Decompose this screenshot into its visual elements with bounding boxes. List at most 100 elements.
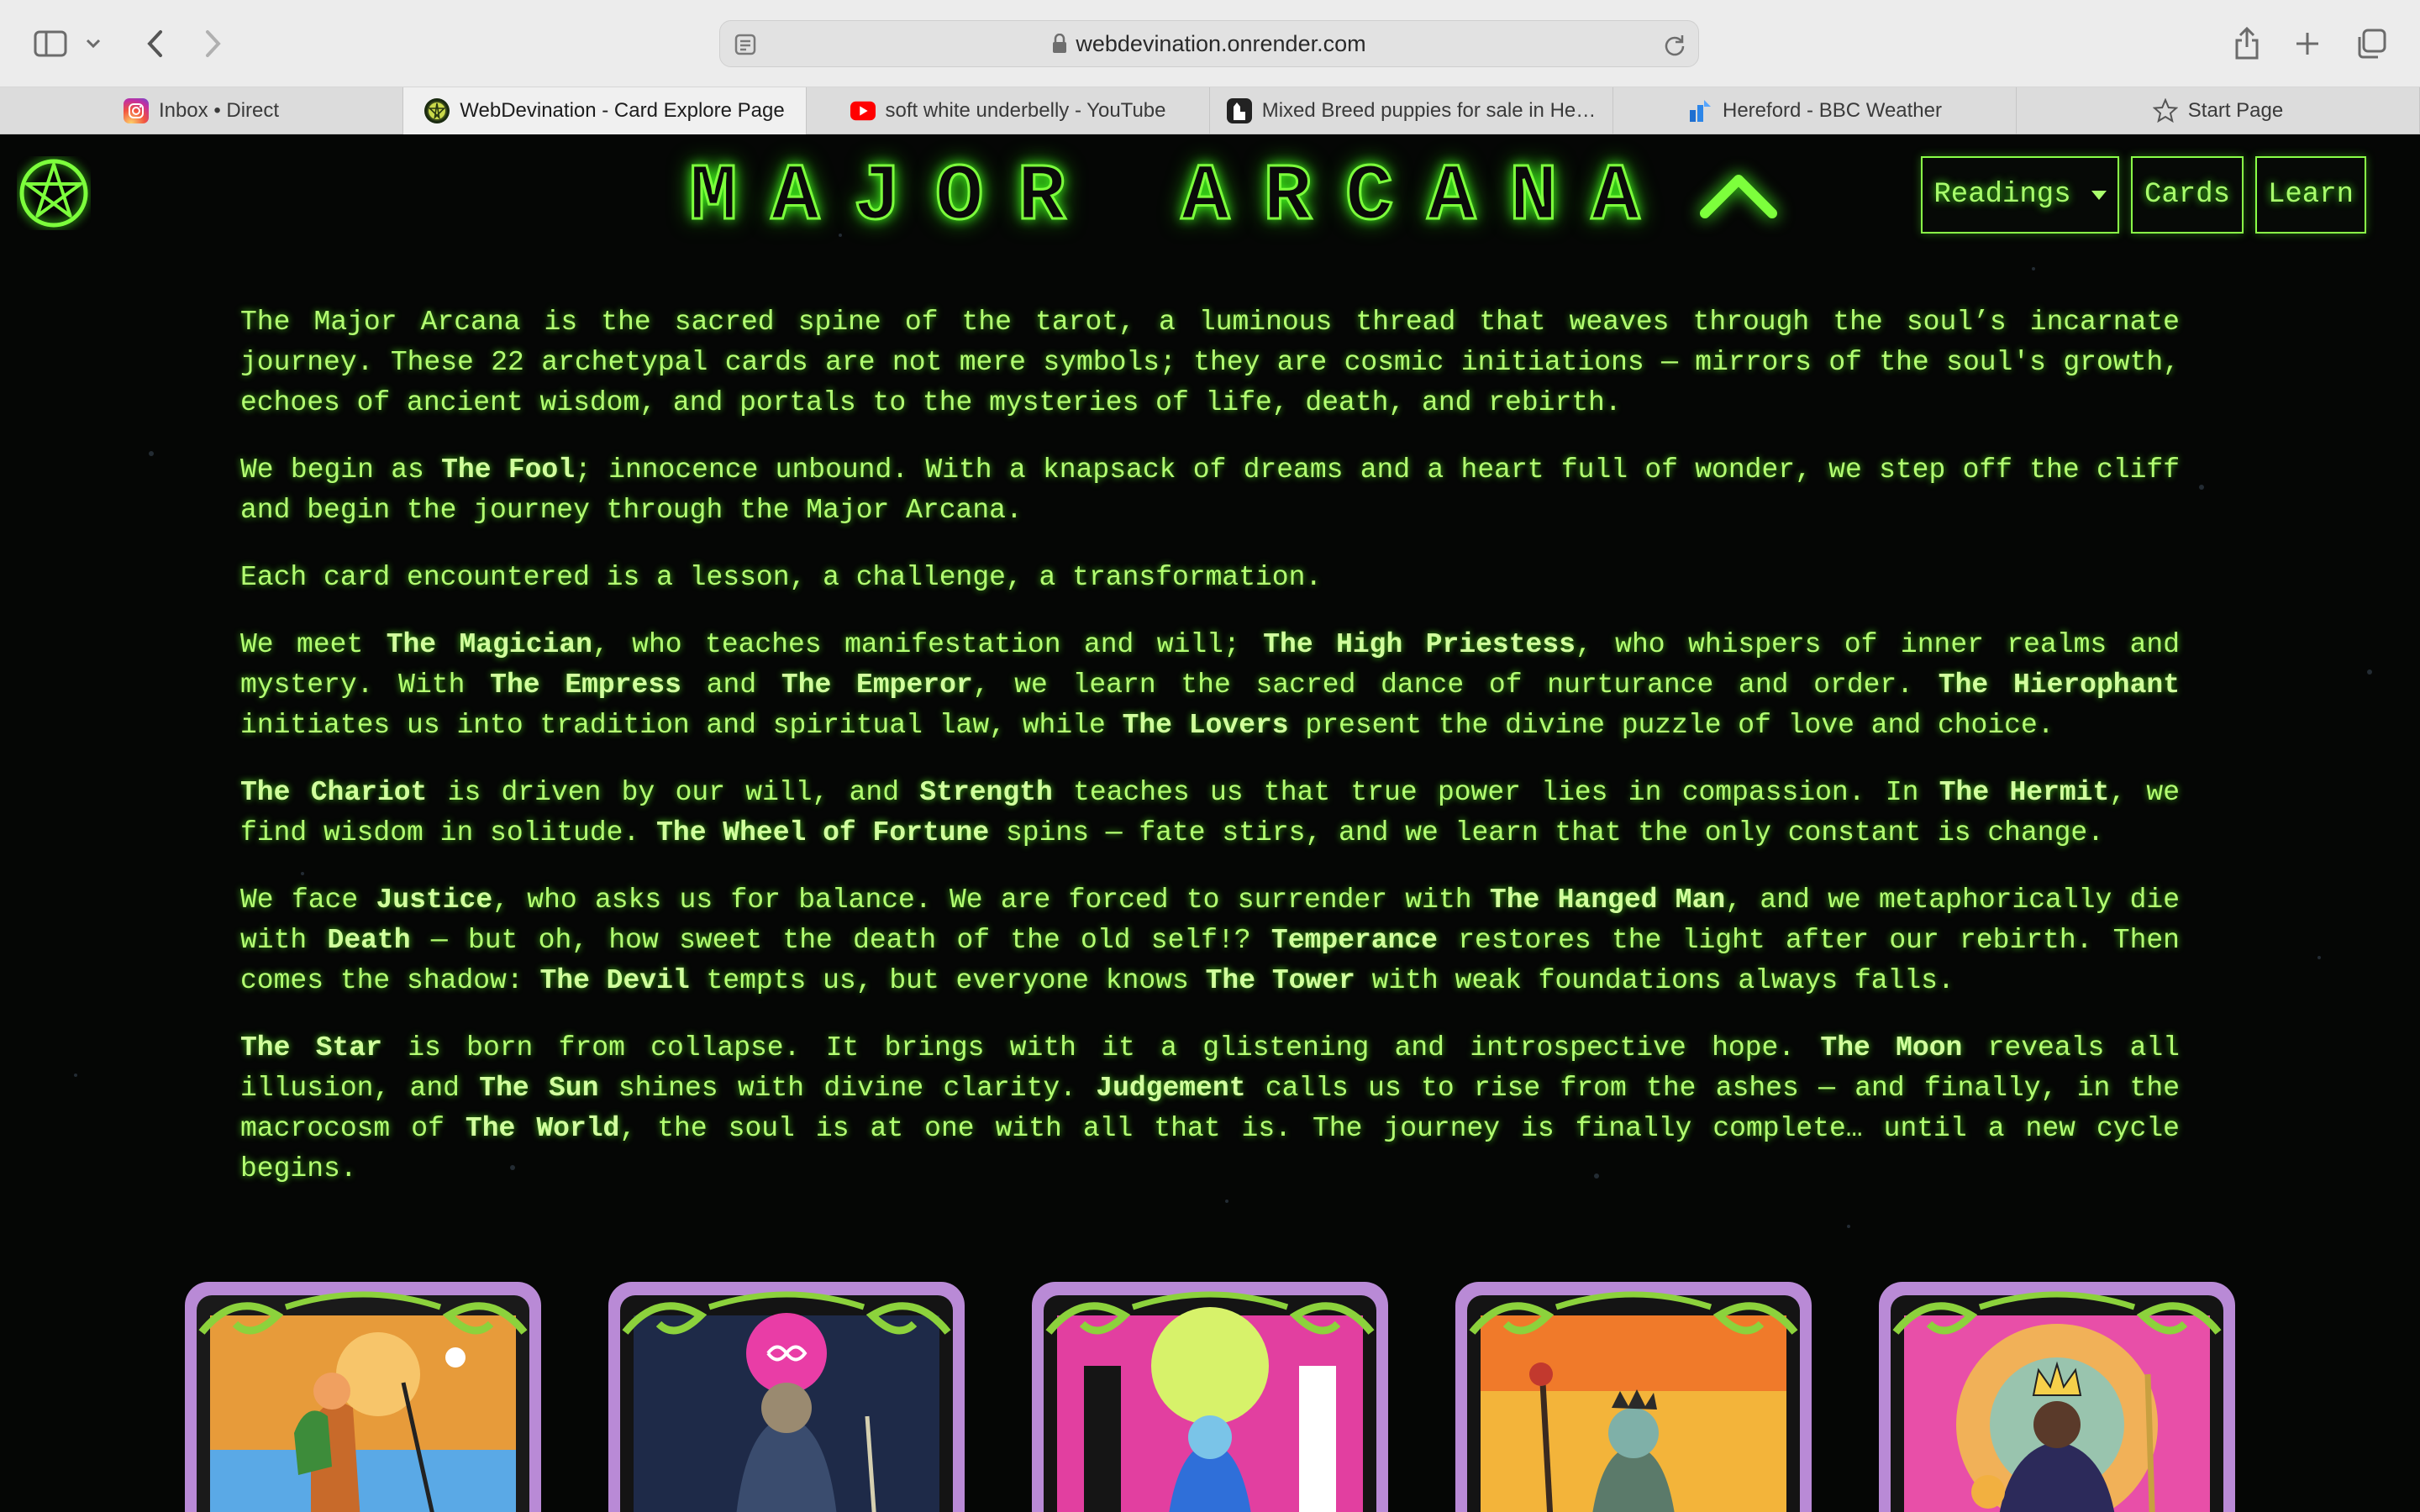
empress-art: [1467, 1291, 1800, 1512]
chariot-paragraph: The Chariot is driven by our will, and S…: [240, 773, 2180, 853]
paragraph-text: , who asks us for balance. We are forced…: [492, 885, 1490, 916]
card-emperor[interactable]: [1879, 1282, 2235, 1512]
tab-label: soft white underbelly - YouTube: [885, 99, 1166, 122]
paragraph-text: The Major Arcana is the sacred spine of …: [240, 307, 2180, 418]
paragraph-text: , we learn the sacred dance of nurturanc…: [972, 669, 1939, 701]
major-arcana-intro: The Major Arcana is the sacred spine of …: [240, 302, 2180, 1216]
tab-overview-icon[interactable]: [2353, 25, 2390, 62]
paragraph-text: — but oh, how sweet the death of the old…: [410, 925, 1271, 956]
arcana-card-name: The Tower: [1205, 965, 1355, 996]
page-title: MAJOR ARCANA: [687, 150, 1674, 244]
cards-label: Cards: [2144, 179, 2231, 211]
caret-down-icon: [2091, 190, 2107, 200]
arcana-card-name: The Hermit: [1939, 777, 2110, 808]
fool-paragraph: We begin as The Fool; innocence unbound.…: [240, 450, 2180, 531]
paragraph-text: present the divine puzzle of love and ch…: [1288, 710, 2054, 741]
instagram-icon: [123, 98, 149, 123]
arcana-card-name: The Moon: [1820, 1032, 1963, 1063]
fool-art: [197, 1291, 529, 1512]
arcana-card-name: The Empress: [490, 669, 681, 701]
magician-art: [620, 1291, 953, 1512]
intro-paragraph: The Major Arcana is the sacred spine of …: [240, 302, 2180, 423]
paragraph-text: with weak foundations always falls.: [1355, 965, 1954, 996]
arcana-card-name: The Emperor: [781, 669, 973, 701]
card-empress[interactable]: [1455, 1282, 1812, 1512]
arcana-card-name: Strength: [919, 777, 1053, 808]
arcana-card-name: The Magician: [386, 629, 592, 660]
tab-label: Inbox • Direct: [158, 99, 280, 122]
new-tab-plus-icon[interactable]: [2289, 25, 2326, 62]
tab-label: Start Page: [2187, 99, 2284, 122]
arcana-card-name: Justice: [376, 885, 493, 916]
forward-arrow-icon[interactable]: [195, 25, 232, 62]
arcana-card-name: The High Priestess: [1263, 629, 1576, 660]
arcana-card-name: Temperance: [1270, 925, 1438, 956]
tab-label: Hereford - BBC Weather: [1723, 99, 1942, 122]
page-settings-icon[interactable]: [734, 33, 757, 56]
share-icon[interactable]: [2228, 25, 2265, 62]
arcana-card-name: The Star: [240, 1032, 382, 1063]
arcana-card-name: Death: [327, 925, 411, 956]
back-arrow-icon[interactable]: [136, 25, 173, 62]
main-nav: Readings Cards Learn: [1921, 156, 2366, 234]
tab-instagram[interactable]: Inbox • Direct: [0, 87, 403, 134]
youtube-icon: [850, 98, 876, 123]
bbc-weather-icon: [1687, 98, 1712, 123]
paragraph-text: is born from collapse. It brings with it…: [381, 1032, 1821, 1063]
arcana-card-name: The Hierophant: [1938, 669, 2180, 701]
high-priestess-art: [1044, 1291, 1376, 1512]
tab-webdevination[interactable]: WebDevination - Card Explore Page: [403, 87, 807, 134]
star-paragraph: The Star is born from collapse. It bring…: [240, 1028, 2180, 1189]
tab-bbc-weather[interactable]: Hereford - BBC Weather: [1613, 87, 2017, 134]
magician-paragraph: We meet The Magician, who teaches manife…: [240, 625, 2180, 746]
sidebar-toggle-icon[interactable]: [32, 25, 69, 62]
url-text: webdevination.onrender.com: [1076, 30, 1366, 56]
arcana-card-name: The Wheel of Fortune: [656, 817, 990, 848]
pentacle-logo-icon[interactable]: [17, 156, 91, 230]
tab-puppies[interactable]: Mixed Breed puppies for sale in He…: [1210, 87, 1613, 134]
page-title-group: MAJOR ARCANA: [687, 146, 1779, 247]
paragraph-text: tempts us, but everyone knows: [689, 965, 1206, 996]
arcana-card-name: The World: [465, 1113, 620, 1144]
card-fool[interactable]: [185, 1282, 541, 1512]
lesson-paragraph: Each card encountered is a lesson, a cha…: [240, 558, 2180, 598]
webdevination-favicon: [424, 98, 450, 123]
paragraph-text: shines with divine clarity.: [598, 1073, 1097, 1104]
paragraph-text: We face: [240, 885, 376, 916]
arcana-card-name: The Sun: [479, 1073, 599, 1104]
browser-toolbar: webdevination.onrender.com: [0, 0, 2420, 87]
arcana-card-name: Judgement: [1096, 1073, 1246, 1104]
card-magician[interactable]: [608, 1282, 965, 1512]
arcana-card-name: The Lovers: [1122, 710, 1289, 741]
paragraph-text: We meet: [240, 629, 387, 660]
emperor-art: [1891, 1291, 2223, 1512]
readings-label: Readings: [1933, 179, 2071, 211]
readings-dropdown-button[interactable]: Readings: [1921, 156, 2119, 234]
tab-start-page[interactable]: Start Page: [2017, 87, 2420, 134]
arcana-card-name: The Devil: [539, 965, 690, 996]
paragraph-text: initiates us into tradition and spiritua…: [240, 710, 1123, 741]
cards-nav-button[interactable]: Cards: [2131, 156, 2244, 234]
address-bar[interactable]: webdevination.onrender.com: [719, 20, 1699, 67]
paragraph-text: spins — fate stirs, and we learn that th…: [989, 817, 2104, 848]
star-icon: [2152, 98, 2178, 123]
paragraph-text: , who teaches manifestation and will;: [592, 629, 1264, 660]
justice-paragraph: We face Justice, who asks us for balance…: [240, 880, 2180, 1001]
tab-youtube[interactable]: soft white underbelly - YouTube: [807, 87, 1210, 134]
paragraph-text: is driven by our will, and: [427, 777, 920, 808]
lock-icon: [1053, 34, 1067, 53]
arcana-card-name: The Fool: [441, 454, 576, 486]
learn-label: Learn: [2267, 179, 2354, 211]
tab-label: Mixed Breed puppies for sale in He…: [1261, 99, 1597, 122]
card-high-priestess[interactable]: [1032, 1282, 1388, 1512]
tab-strip: Inbox • Direct WebDevination - Card Expl…: [0, 87, 2420, 134]
webpage: MAJOR ARCANA Readings Cards Learn The Ma…: [0, 134, 2420, 1512]
reload-icon[interactable]: [1663, 33, 1686, 56]
arcana-card-name: The Chariot: [240, 777, 428, 808]
puppy-site-favicon: [1226, 98, 1252, 123]
tab-label: WebDevination - Card Explore Page: [460, 99, 785, 122]
learn-nav-button[interactable]: Learn: [2255, 156, 2366, 234]
chevron-up-icon[interactable]: [1698, 171, 1779, 222]
chevron-down-icon[interactable]: [81, 25, 106, 62]
paragraph-text: Each card encountered is a lesson, a cha…: [240, 562, 1323, 593]
